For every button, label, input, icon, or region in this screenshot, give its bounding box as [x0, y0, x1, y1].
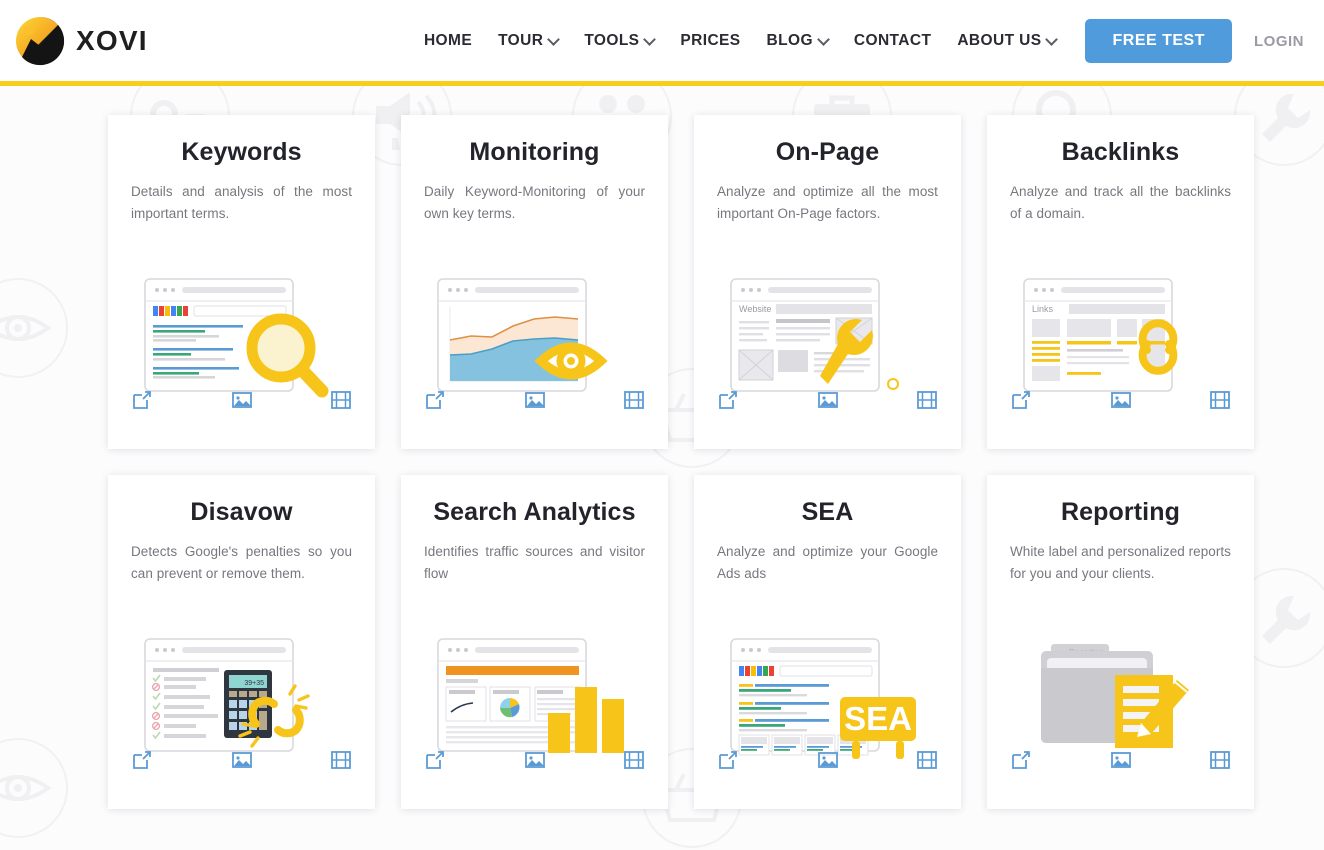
external-link-icon[interactable] [424, 389, 446, 411]
brand-name: XOVI [76, 25, 148, 56]
website-wireframe-with-wrench-illustration: Website [717, 229, 938, 449]
card-description: Analyze and optimize your Google Ads ads [717, 544, 938, 581]
nav-item-tour[interactable]: TOUR [485, 32, 571, 50]
film-icon[interactable] [1209, 389, 1231, 411]
card-title: Backlinks [1061, 138, 1180, 166]
nav-item-prices[interactable]: PRICES [667, 32, 753, 50]
card-actions [1010, 749, 1231, 771]
feature-card-reporting[interactable]: Reporting White label and personalized r… [987, 475, 1254, 809]
card-title: SEA [801, 498, 854, 526]
nav-item-home[interactable]: HOME [411, 32, 485, 50]
nav-item-about-us[interactable]: ABOUT US [944, 32, 1069, 50]
feature-card-grid: Keywords Details and analysis of the mos… [108, 115, 1256, 809]
nav-label: HOME [423, 32, 473, 49]
card-title: Monitoring [469, 138, 600, 166]
image-icon[interactable] [524, 749, 546, 771]
film-icon[interactable] [916, 389, 938, 411]
nav-label: TOOLS [584, 32, 640, 49]
nav-item-tools[interactable]: TOOLS [571, 32, 667, 50]
card-description: Identifies traffic sources and visitor f… [424, 544, 645, 581]
chevron-down-icon [549, 35, 558, 44]
external-link-icon[interactable] [131, 389, 153, 411]
card-actions [717, 749, 938, 771]
card-description: Detects Google's penalties so you can pr… [131, 544, 352, 581]
xovi-logo-icon [14, 15, 66, 67]
dashboard-with-bar-chart-illustration [424, 589, 645, 809]
nav-item-blog[interactable]: BLOG [754, 32, 841, 50]
image-icon[interactable] [817, 749, 839, 771]
card-title: Disavow [190, 498, 293, 526]
image-icon[interactable] [1110, 749, 1132, 771]
chevron-down-icon [1047, 35, 1056, 44]
feature-card-keywords[interactable]: Keywords Details and analysis of the mos… [108, 115, 375, 449]
feature-card-backlinks[interactable]: Backlinks Analyze and track all the back… [987, 115, 1254, 449]
external-link-icon[interactable] [424, 749, 446, 771]
page-root: XOVI HOME TOUR TOOLS PRICES BLOG CONTACT… [0, 0, 1324, 850]
card-title: Keywords [181, 138, 302, 166]
illustration-label: Website [739, 304, 771, 314]
card-description: White label and personalized reports for… [1010, 544, 1231, 581]
login-link[interactable]: LOGIN [1244, 33, 1314, 50]
external-link-icon[interactable] [1010, 389, 1032, 411]
feature-card-search-analytics[interactable]: Search Analytics Identifies traffic sour… [401, 475, 668, 809]
external-link-icon[interactable] [717, 389, 739, 411]
film-icon[interactable] [623, 389, 645, 411]
image-icon[interactable] [524, 389, 546, 411]
card-description: Analyze and optimize all the most import… [717, 184, 938, 221]
external-link-icon[interactable] [1010, 749, 1032, 771]
feature-card-monitoring[interactable]: Monitoring Daily Keyword-Monitoring of y… [401, 115, 668, 449]
external-link-icon[interactable] [717, 749, 739, 771]
film-icon[interactable] [623, 749, 645, 771]
image-icon[interactable] [1110, 389, 1132, 411]
illustration-label: 39+35 [244, 680, 264, 687]
image-icon[interactable] [817, 389, 839, 411]
checklist-calculator-broken-link-illustration: 39+35 [131, 589, 352, 809]
illustration-label: Links [1032, 304, 1054, 314]
external-link-icon[interactable] [131, 749, 153, 771]
card-title: Search Analytics [433, 498, 636, 526]
serp-ads-with-sea-sign-illustration: SEA [717, 589, 938, 809]
card-actions [424, 389, 645, 411]
free-test-button[interactable]: FREE TEST [1085, 19, 1232, 63]
brand-logo-link[interactable]: XOVI [14, 15, 148, 67]
feature-card-on-page[interactable]: On-Page Analyze and optimize all the mos… [694, 115, 961, 449]
feature-card-disavow[interactable]: Disavow Detects Google's penalties so yo… [108, 475, 375, 809]
serp-list-with-magnifier-illustration [131, 229, 352, 449]
film-icon[interactable] [330, 389, 352, 411]
film-icon[interactable] [1209, 749, 1231, 771]
image-icon[interactable] [231, 389, 253, 411]
film-icon[interactable] [916, 749, 938, 771]
nav-label: PRICES [680, 32, 741, 49]
card-actions [131, 749, 352, 771]
nav-item-contact[interactable]: CONTACT [841, 32, 944, 50]
site-header: XOVI HOME TOUR TOOLS PRICES BLOG CONTACT… [0, 0, 1324, 82]
feature-card-sea[interactable]: SEA Analyze and optimize your Google Ads… [694, 475, 961, 809]
illustration-label: SEA [844, 700, 912, 737]
card-actions [131, 389, 352, 411]
nav-label: ABOUT US [957, 32, 1042, 49]
card-actions [424, 749, 645, 771]
main-navigation: HOME TOUR TOOLS PRICES BLOG CONTACT ABOU… [411, 19, 1314, 63]
folder-with-pencil-report-illustration: Reporting [1010, 589, 1231, 809]
watermark-eye-icon [0, 276, 70, 380]
card-description: Daily Keyword-Monitoring of your own key… [424, 184, 645, 221]
card-actions [1010, 389, 1231, 411]
card-description: Details and analysis of the most importa… [131, 184, 352, 221]
area-chart-with-eye-illustration [424, 229, 645, 449]
card-title: Reporting [1061, 498, 1180, 526]
nav-label: CONTACT [853, 32, 932, 49]
film-icon[interactable] [330, 749, 352, 771]
nav-label: TOUR [498, 32, 544, 49]
image-icon[interactable] [231, 749, 253, 771]
nav-label: BLOG [766, 32, 813, 49]
watermark-eye-icon [0, 736, 70, 840]
card-title: On-Page [775, 138, 880, 166]
links-page-with-chain-illustration: Links [1010, 229, 1231, 449]
chevron-down-icon [819, 35, 828, 44]
card-actions [717, 389, 938, 411]
chevron-down-icon [645, 35, 654, 44]
header-accent-bar [0, 81, 1324, 86]
card-description: Analyze and track all the backlinks of a… [1010, 184, 1231, 221]
